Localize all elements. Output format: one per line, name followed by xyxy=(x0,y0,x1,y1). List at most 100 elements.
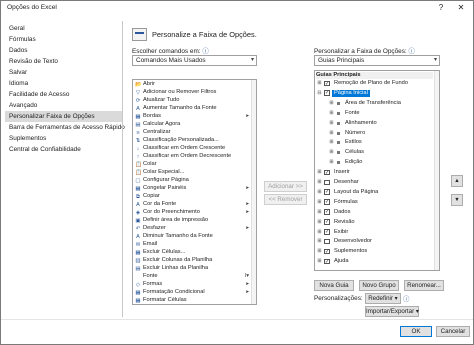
expand-icon[interactable]: ⊞ xyxy=(317,189,322,195)
command-item[interactable]: ≡ Centralizar xyxy=(133,129,251,136)
sidebar-item[interactable]: Suplementos xyxy=(5,133,122,144)
command-item[interactable]: A Aumentar Tamanho da Fonte xyxy=(133,105,251,112)
sidebar-item[interactable]: Central de Confiabilidade xyxy=(5,144,122,155)
command-item[interactable]: A Diminuir Tamanho da Fonte xyxy=(133,233,251,240)
add-button[interactable]: Adicionar >> xyxy=(264,181,307,192)
tab-checkbox[interactable]: ✓ xyxy=(324,258,330,265)
expand-icon[interactable]: ⊞ xyxy=(329,120,334,126)
sidebar-item[interactable]: Barra de Ferramentas de Acesso Rápido xyxy=(5,122,125,133)
expand-icon[interactable]: ⊞ xyxy=(317,170,322,175)
expand-icon[interactable]: ⊞ xyxy=(317,259,322,264)
tab-tree-item[interactable]: ⊞ ✓ Ajuda xyxy=(315,258,433,265)
expand-icon[interactable]: ⊞ xyxy=(317,249,322,254)
expand-icon[interactable]: ⊞ xyxy=(317,209,322,215)
group-tree-item[interactable]: ⊞ Fonte xyxy=(315,110,433,117)
tab-checkbox[interactable]: ✓ xyxy=(324,219,330,225)
group-tree-item[interactable]: ⊞ Área de Transferência xyxy=(315,100,433,107)
sidebar-item[interactable]: Personalizar Faixa de Opções xyxy=(5,111,122,122)
command-item[interactable]: ▥ Excluir Colunas da Planilha xyxy=(133,257,251,264)
tab-checkbox[interactable]: ✓ xyxy=(324,248,330,255)
group-tree-item[interactable]: ⊞ Alinhamento xyxy=(315,120,433,127)
sidebar-item[interactable]: Facilidade de Acesso xyxy=(5,89,122,100)
expand-icon[interactable]: ⊞ xyxy=(317,199,322,205)
expand-icon[interactable]: ⊞ xyxy=(317,219,322,225)
move-up-button[interactable]: ▲ xyxy=(451,175,463,187)
import-export-button[interactable]: Importar/Exportar ▾ xyxy=(365,306,419,317)
command-item[interactable]: ▣ Definir área de impressão xyxy=(133,217,251,224)
command-item[interactable]: ▦ Formatação Condicional ▸ xyxy=(133,289,251,296)
sidebar-item[interactable]: Salvar xyxy=(5,67,122,78)
ribbon-tabs-dropdown[interactable]: Guias Principais ▾ xyxy=(314,55,440,66)
command-item[interactable]: 📂 Abrir xyxy=(133,81,251,88)
expand-icon[interactable]: ⊞ xyxy=(329,110,334,116)
command-item[interactable]: ◈ Cor do Preenchimento ▸ xyxy=(133,209,251,216)
command-item[interactable]: A Cor da Fonte ▸ xyxy=(133,201,251,208)
sidebar-item[interactable]: Idioma xyxy=(5,78,122,89)
tab-tree-item[interactable]: ⊞ Desenhar xyxy=(315,179,433,186)
group-tree-item[interactable]: ⊞ Número xyxy=(315,130,433,137)
new-group-button[interactable]: Novo Grupo xyxy=(359,280,399,291)
expand-icon[interactable]: ⊞ xyxy=(317,180,322,185)
command-item[interactable]: Fonte I▾ xyxy=(133,273,251,280)
command-item[interactable]: ◇ Formas ▸ xyxy=(133,281,251,288)
help-button[interactable]: ? xyxy=(433,2,449,14)
expand-icon[interactable]: ⊞ xyxy=(329,150,334,155)
group-tree-item[interactable]: ⊞ Estilos xyxy=(315,139,433,146)
expand-icon[interactable]: ⊞ xyxy=(329,160,334,165)
command-item[interactable]: ▦ Bordas ▸ xyxy=(133,113,251,120)
command-item[interactable]: ⇅ Classificação Personalizada... xyxy=(133,137,251,144)
tab-checkbox[interactable]: ✓ xyxy=(324,199,330,205)
sidebar-item[interactable]: Dados xyxy=(5,45,122,56)
command-item[interactable]: ▦ Formatar Células xyxy=(133,297,251,304)
tab-tree-item[interactable]: ⊞ ✓ Revisão xyxy=(315,219,433,226)
expand-icon[interactable]: ⊞ xyxy=(329,130,334,136)
expand-icon[interactable]: ⊞ xyxy=(329,140,334,145)
commands-source-dropdown[interactable]: Comandos Mais Usados ▾ xyxy=(132,55,257,66)
tab-tree-item[interactable]: ⊞ ✓ Inserir xyxy=(315,169,433,176)
sidebar-item[interactable]: Avançado xyxy=(5,100,122,111)
reset-button[interactable]: Redefinir ▾ xyxy=(365,293,401,304)
tab-tree-item[interactable]: ⊞ Desenvolvedor xyxy=(315,238,433,245)
cancel-button[interactable]: Cancelar xyxy=(436,326,470,337)
expand-icon[interactable]: ⊞ xyxy=(317,229,322,235)
tab-checkbox[interactable]: ✓ xyxy=(324,229,330,235)
tab-tree-item[interactable]: ⊞ ✓ Fórmulas xyxy=(315,199,433,206)
sidebar-item[interactable]: Fórmulas xyxy=(5,34,122,45)
move-down-button[interactable]: ▼ xyxy=(451,194,463,206)
tab-checkbox[interactable]: ✓ xyxy=(324,80,330,86)
expand-icon[interactable]: ⊞ xyxy=(329,100,334,106)
tab-checkbox[interactable] xyxy=(324,179,330,185)
tab-tree-item[interactable]: ⊞ ✓ Dados xyxy=(315,209,433,216)
command-item[interactable]: ▤ Calcular Agora xyxy=(133,121,251,128)
collapse-icon[interactable]: ⊟ xyxy=(317,90,322,96)
tab-checkbox[interactable]: ✓ xyxy=(324,90,330,96)
command-item[interactable]: 📋 Colar xyxy=(133,161,251,168)
new-tab-button[interactable]: Nova Guia xyxy=(314,280,354,291)
group-tree-item[interactable]: ⊞ Edição xyxy=(315,159,433,166)
tab-tree-item[interactable]: ⊟ ✓ Página Inicial xyxy=(315,89,433,97)
command-item[interactable]: 📋 Colar Especial... xyxy=(133,169,251,176)
tab-tree-item[interactable]: ⊞ ✓ Exibir xyxy=(315,229,433,236)
command-item[interactable]: ↶ Desfazer ▸ xyxy=(133,225,251,232)
ribbon-tabs-tree[interactable]: Guias Principais ⊞ ✓ Remoção de Plano de F… xyxy=(314,70,440,271)
tree-scrollbar[interactable] xyxy=(434,71,439,270)
expand-icon[interactable]: ⊞ xyxy=(317,81,322,86)
commands-list[interactable]: 📂 Abrir ▽ Adicionar ou Remover Filtros ⟳ Atua… xyxy=(132,79,257,305)
command-item[interactable]: ✉ Email xyxy=(133,241,251,248)
tab-checkbox[interactable]: ✓ xyxy=(324,209,330,215)
command-item[interactable]: ▦ Excluir Células... xyxy=(133,249,251,256)
sidebar-item[interactable]: Geral xyxy=(5,23,122,34)
expand-icon[interactable]: ⊞ xyxy=(317,239,322,244)
command-item[interactable]: ↓ Classificar em Ordem Crescente xyxy=(133,145,251,152)
group-tree-item[interactable]: ⊞ Células xyxy=(315,149,433,156)
ok-button[interactable]: OK xyxy=(400,326,432,337)
command-item[interactable]: ▦ Congelar Painéis ▸ xyxy=(133,185,251,192)
command-item[interactable]: ▽ Adicionar ou Remover Filtros xyxy=(133,89,251,96)
command-item[interactable]: ↑ Classificar em Ordem Decrescente xyxy=(133,153,251,160)
close-button[interactable]: ✕ xyxy=(453,2,469,14)
command-item[interactable]: ▢ Configurar Página xyxy=(133,177,251,184)
command-item[interactable]: ▤ Excluir Linhas da Planilha xyxy=(133,265,251,272)
rename-button[interactable]: Renomear... xyxy=(404,280,444,291)
tab-checkbox[interactable]: ✓ xyxy=(324,169,330,176)
tab-tree-item[interactable]: ⊞ ✓ Layout da Página xyxy=(315,189,433,196)
